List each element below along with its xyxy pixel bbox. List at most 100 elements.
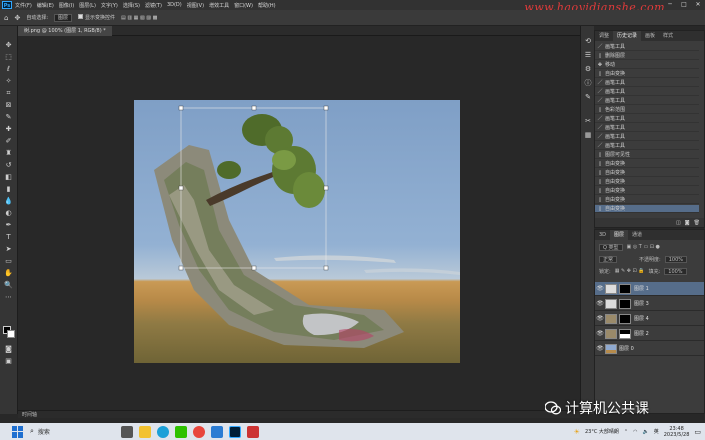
brush-settings-icon[interactable]: ✎	[583, 92, 593, 102]
layer-mask-thumbnail[interactable]	[619, 328, 631, 339]
libraries-icon[interactable]: ▦	[583, 130, 593, 140]
type-icon[interactable]: T	[3, 232, 14, 242]
menu-3d[interactable]: 3D(D)	[167, 2, 182, 8]
history-item[interactable]: ▯ 自由变换	[595, 169, 699, 177]
fill-input[interactable]: 100%	[664, 267, 687, 275]
chrome-icon[interactable]	[192, 425, 205, 438]
lock-icons[interactable]: ▦ ✎ ✥ ⊡ 🔒	[615, 268, 645, 274]
history-item[interactable]: ／画笔工具	[595, 133, 699, 141]
show-transform-checkbox[interactable]: 显示变换控件	[78, 14, 115, 21]
plugins-icon[interactable]: ⚙	[583, 64, 593, 74]
search-icon[interactable]: ⌕	[30, 427, 34, 436]
menu-help[interactable]: 帮助(H)	[258, 2, 276, 9]
history-item[interactable]: ▯ 删除图层	[595, 52, 699, 60]
maximize-icon[interactable]: □	[677, 0, 691, 10]
photoshop-logo-icon[interactable]: Ps	[2, 1, 12, 9]
wechat-app-icon[interactable]	[174, 425, 187, 438]
layer-row[interactable]: 👁 图层 2	[595, 327, 704, 341]
input-language[interactable]: 英	[654, 428, 659, 435]
menu-filter[interactable]: 滤镜(T)	[145, 2, 162, 9]
home-icon[interactable]: ⌂	[4, 14, 8, 22]
photoshop-app-icon[interactable]	[228, 425, 241, 438]
history-item[interactable]: ▯ 自由变换	[595, 187, 699, 195]
network-icon[interactable]: ◠	[633, 429, 637, 435]
tab-styles[interactable]: 样式	[659, 31, 677, 41]
eye-icon[interactable]: 👁	[595, 330, 605, 337]
menu-type[interactable]: 文字(Y)	[101, 2, 118, 9]
transform-handle[interactable]	[251, 265, 257, 271]
history-item-selected[interactable]: ▯ 自由变换	[595, 205, 699, 213]
eye-icon[interactable]: 👁	[595, 345, 605, 352]
tools-preset-icon[interactable]: ✂	[583, 116, 593, 126]
layer-row[interactable]: 👁 图层 4	[595, 312, 704, 326]
menu-image[interactable]: 图像(I)	[59, 2, 74, 9]
task-view-icon[interactable]	[120, 425, 133, 438]
history-item[interactable]: ▯ 自由变换	[595, 196, 699, 204]
windows-start-icon[interactable]	[12, 425, 24, 438]
brush-icon[interactable]: ✐	[3, 136, 14, 146]
timeline-bar[interactable]: 时间轴	[18, 410, 580, 418]
history-item[interactable]: ／画笔工具	[595, 43, 699, 51]
eye-icon[interactable]: 👁	[595, 285, 605, 292]
mail-icon[interactable]	[210, 425, 223, 438]
eyedropper-icon[interactable]: ✎	[3, 112, 14, 122]
layer-row[interactable]: 👁 图层 0	[595, 342, 704, 356]
transform-handle[interactable]	[323, 105, 329, 111]
history-item[interactable]: ／画笔工具	[595, 79, 699, 87]
move-tool-icon[interactable]: ✥	[14, 14, 20, 22]
transform-handle[interactable]	[323, 265, 329, 271]
snapshot-icon[interactable]: ◫	[676, 220, 681, 226]
more-tools-icon[interactable]: ⋯	[3, 292, 14, 302]
history-item[interactable]: ／画笔工具	[595, 124, 699, 132]
minimize-icon[interactable]: ─	[663, 0, 677, 10]
transform-handle[interactable]	[178, 105, 184, 111]
tab-adjustments[interactable]: 调整	[595, 31, 613, 41]
history-item[interactable]: ▯ 图层可见性	[595, 151, 699, 159]
auto-select-dropdown[interactable]: 图层	[54, 13, 73, 22]
taskbar-search[interactable]: 搜索	[38, 427, 118, 436]
frame-icon[interactable]: ⊠	[3, 100, 14, 110]
history-panel-icon[interactable]: ⟲	[583, 36, 593, 46]
info-icon[interactable]: ⓘ	[583, 78, 593, 88]
history-item[interactable]: ▯ 色彩范围	[595, 106, 699, 114]
history-item[interactable]: ／画笔工具	[595, 142, 699, 150]
healing-icon[interactable]: ✚	[3, 124, 14, 134]
history-item[interactable]: ／画笔工具	[595, 115, 699, 123]
shape-icon[interactable]: ▭	[3, 256, 14, 266]
transform-handle[interactable]	[178, 265, 184, 271]
history-item[interactable]: ▯ 自由变换	[595, 178, 699, 186]
history-brush-icon[interactable]: ↺	[3, 160, 14, 170]
document-canvas[interactable]	[134, 100, 460, 363]
path-select-icon[interactable]: ➤	[3, 244, 14, 254]
layer-row-selected[interactable]: 👁 图层 1	[595, 282, 704, 296]
filter-icons[interactable]: ▣ ◎ T ▭ ⊡ ●	[627, 244, 660, 250]
color-swatches[interactable]	[3, 326, 15, 338]
background-color-icon[interactable]	[7, 330, 15, 338]
zoom-icon[interactable]: 🔍	[3, 280, 14, 290]
gradient-icon[interactable]: ▮	[3, 184, 14, 194]
transform-handle[interactable]	[323, 185, 329, 191]
transform-handle[interactable]	[178, 185, 184, 191]
history-item[interactable]: ／画笔工具	[595, 97, 699, 105]
tab-artboards[interactable]: 画板	[641, 31, 659, 41]
hand-icon[interactable]: ✋	[3, 268, 14, 278]
menu-edit[interactable]: 编辑(E)	[37, 2, 54, 9]
trash-icon[interactable]: 🗑	[694, 220, 700, 226]
tab-history[interactable]: 历史记录	[613, 31, 642, 41]
tray-arrow-icon[interactable]: ⌃	[624, 429, 628, 435]
clock[interactable]: 23:48 2023/5/28	[664, 426, 690, 438]
history-item[interactable]: ▯ 自由变换	[595, 160, 699, 168]
layer-mask-thumbnail[interactable]	[619, 283, 631, 294]
history-item[interactable]: ▯ 自由变换	[595, 70, 699, 78]
layer-row[interactable]: 👁 图层 3	[595, 297, 704, 311]
dodge-icon[interactable]: ◐	[3, 208, 14, 218]
tab-3d[interactable]: 3D	[595, 230, 610, 240]
eye-icon[interactable]: 👁	[595, 300, 605, 307]
stamp-icon[interactable]: ♜	[3, 148, 14, 158]
menu-file[interactable]: 文件(F)	[15, 2, 32, 9]
menu-layer[interactable]: 图层(L)	[79, 2, 96, 9]
opacity-input[interactable]: 100%	[664, 255, 687, 263]
crop-icon[interactable]: ⌗	[3, 88, 14, 98]
app-icon[interactable]	[246, 425, 259, 438]
eye-icon[interactable]: 👁	[595, 315, 605, 322]
